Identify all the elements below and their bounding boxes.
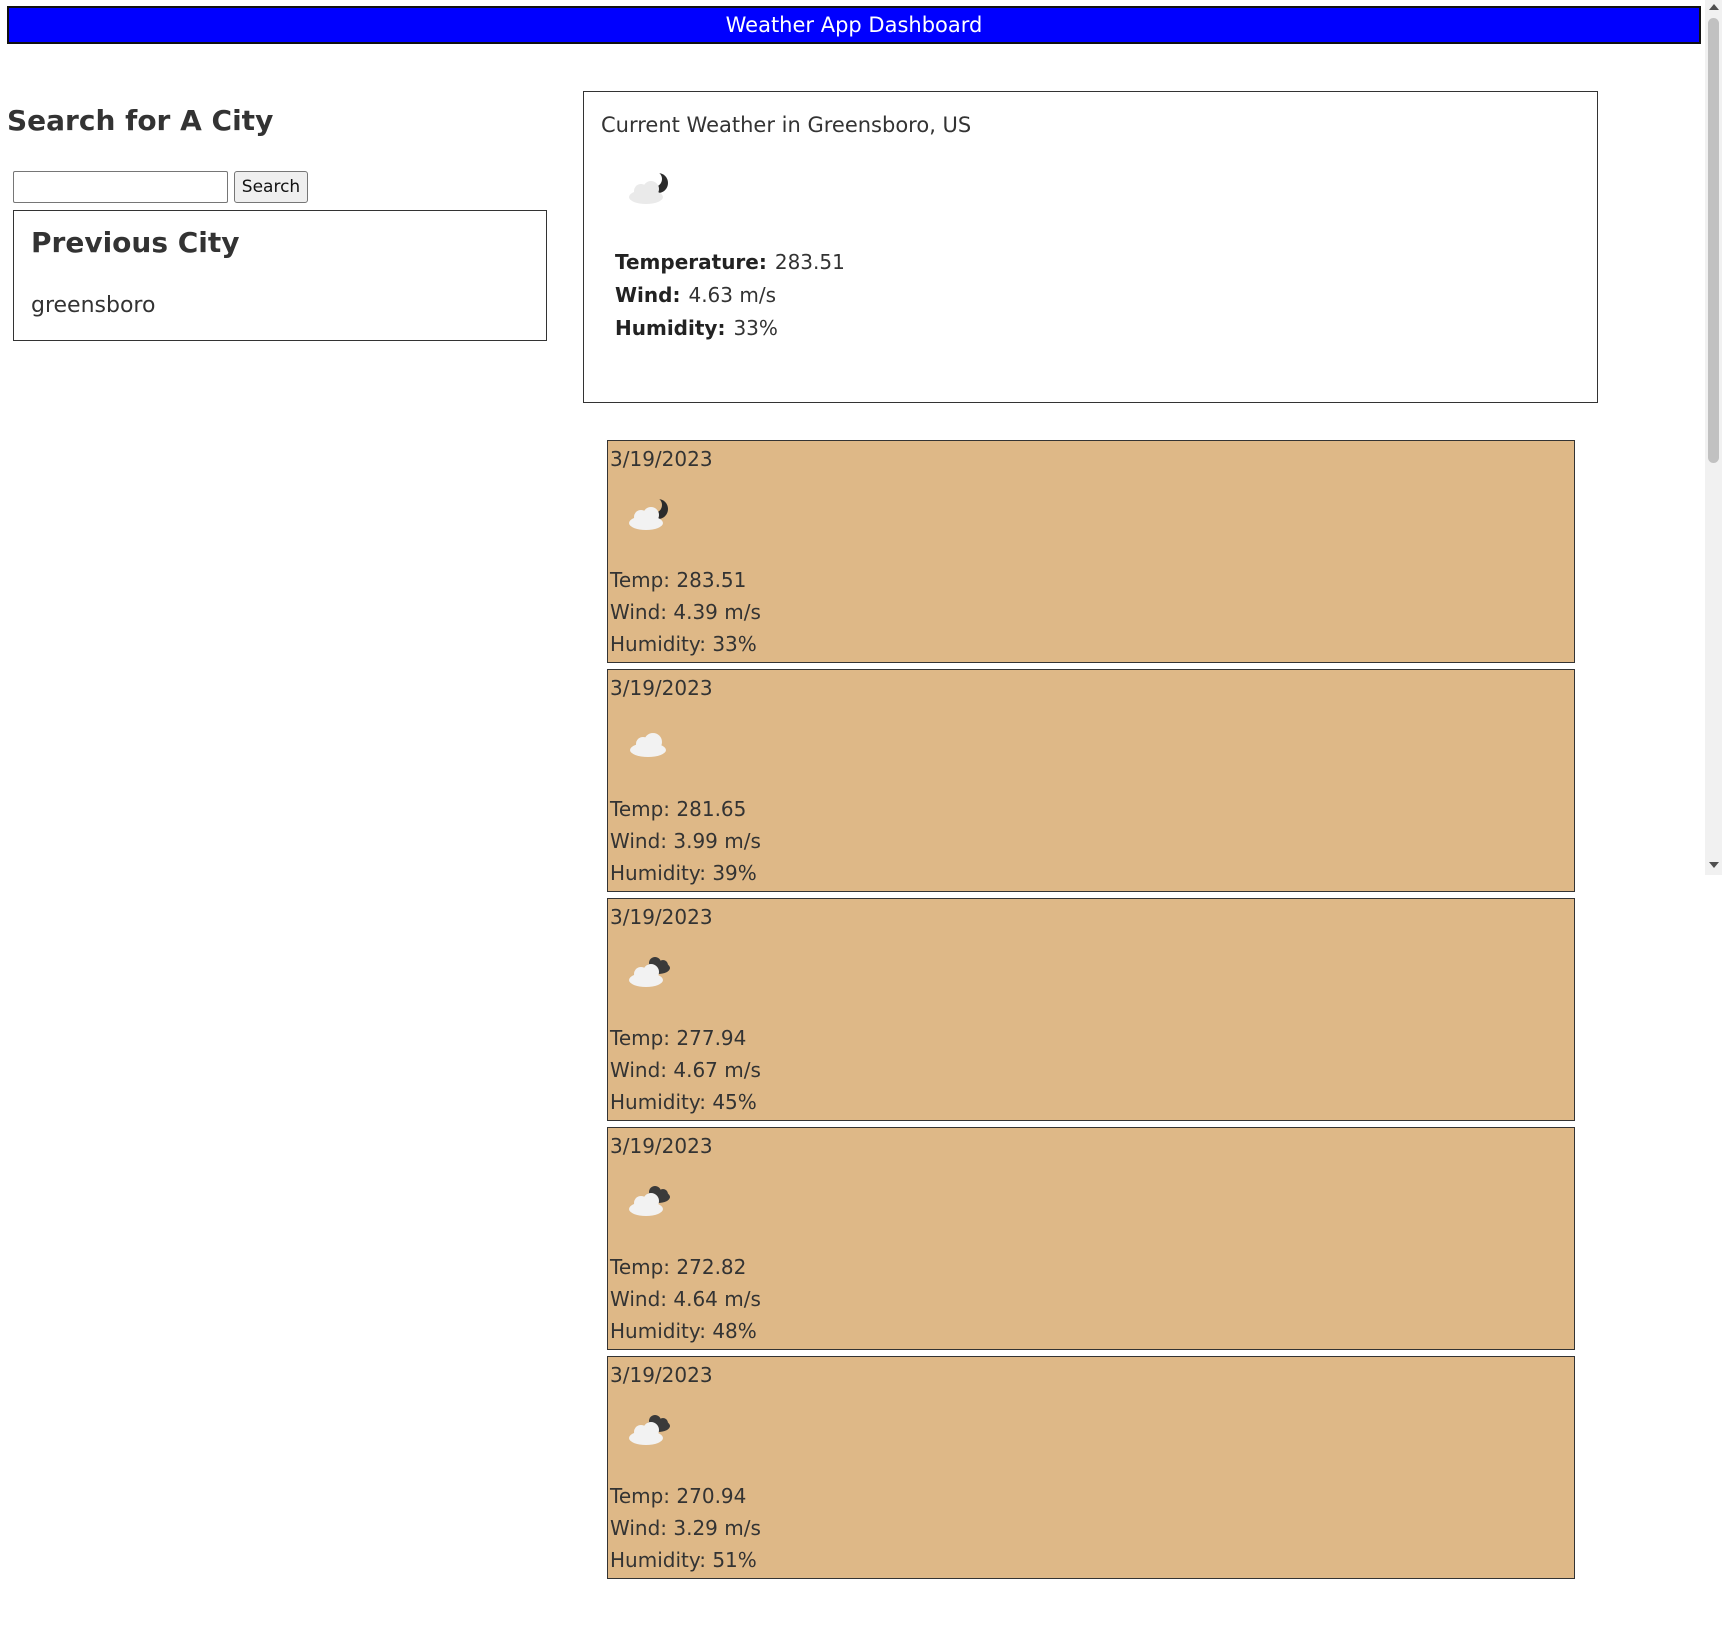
temperature-label: Temperature: [615, 250, 767, 274]
cloud-icon [630, 733, 666, 757]
forecast-humidity: Humidity: 45% [610, 1090, 757, 1114]
forecast-humidity: Humidity: 33% [610, 632, 757, 656]
scroll-up-arrow-icon[interactable] [1709, 4, 1719, 10]
city-search-input[interactable] [13, 171, 228, 203]
forecast-temp: Temp: 283.51 [610, 568, 747, 592]
forecast-date: 3/19/2023 [610, 676, 713, 700]
scroll-down-arrow-icon[interactable] [1709, 862, 1719, 868]
forecast-date: 3/19/2023 [610, 1363, 713, 1387]
search-button[interactable]: Search [234, 171, 308, 203]
wind-label: Wind: [615, 283, 681, 307]
broken-clouds-icon [629, 957, 670, 987]
broken-clouds-icon [629, 1415, 670, 1445]
forecast-card: 3/19/2023 Temp: 281.65 Wind: 3.99 m/s Hu… [607, 669, 1575, 892]
forecast-card: 3/19/2023 Temp: 283.51 Wind: 4.39 m/s Hu… [607, 440, 1575, 663]
forecast-temp: Temp: 270.94 [610, 1484, 747, 1508]
current-weather-title: Current Weather in Greensboro, US [601, 113, 972, 137]
forecast-temp: Temp: 277.94 [610, 1026, 747, 1050]
forecast-card: 3/19/2023 Temp: 272.82 Wind: 4.64 m/s Hu… [607, 1127, 1575, 1350]
forecast-temp: Temp: 281.65 [610, 797, 747, 821]
cloud-night-icon [629, 497, 668, 530]
cloud-night-icon [629, 171, 668, 204]
forecast-wind: Wind: 4.67 m/s [610, 1058, 761, 1082]
forecast-wind: Wind: 3.99 m/s [610, 829, 761, 853]
current-stats: Temperature: 283.51 Wind: 4.63 m/s Humidit… [615, 246, 845, 345]
forecast-card: 3/19/2023 Temp: 270.94 Wind: 3.29 m/s Hu… [607, 1356, 1575, 1579]
forecast-humidity: Humidity: 39% [610, 861, 757, 885]
temperature-row: Temperature: 283.51 [615, 246, 845, 279]
forecast-wind: Wind: 4.64 m/s [610, 1287, 761, 1311]
forecast-date: 3/19/2023 [610, 447, 713, 471]
forecast-date: 3/19/2023 [610, 1134, 713, 1158]
humidity-label: Humidity: [615, 316, 726, 340]
previous-city-title: Previous City [31, 226, 240, 259]
vertical-scrollbar[interactable] [1705, 0, 1722, 875]
previous-city-panel: Previous City greensboro [13, 210, 547, 341]
forecast-date: 3/19/2023 [610, 905, 713, 929]
forecast-wind: Wind: 4.39 m/s [610, 600, 761, 624]
app-title: Weather App Dashboard [725, 13, 983, 37]
broken-clouds-icon [629, 1186, 670, 1216]
humidity-value: 33% [733, 316, 778, 340]
forecast-humidity: Humidity: 48% [610, 1319, 757, 1343]
scrollbar-thumb[interactable] [1708, 18, 1719, 463]
wind-row: Wind: 4.63 m/s [615, 279, 845, 312]
previous-city-item[interactable]: greensboro [31, 293, 155, 318]
humidity-row: Humidity: 33% [615, 312, 845, 345]
current-weather-panel: Current Weather in Greensboro, US Temper… [583, 91, 1598, 403]
app-header: Weather App Dashboard [7, 6, 1701, 44]
forecast-wind: Wind: 3.29 m/s [610, 1516, 761, 1540]
forecast-humidity: Humidity: 51% [610, 1548, 757, 1572]
wind-value: 4.63 m/s [688, 283, 776, 307]
search-title: Search for A City [7, 104, 274, 137]
temperature-value: 283.51 [774, 250, 845, 274]
forecast-card: 3/19/2023 Temp: 277.94 Wind: 4.67 m/s Hu… [607, 898, 1575, 1121]
forecast-temp: Temp: 272.82 [610, 1255, 747, 1279]
